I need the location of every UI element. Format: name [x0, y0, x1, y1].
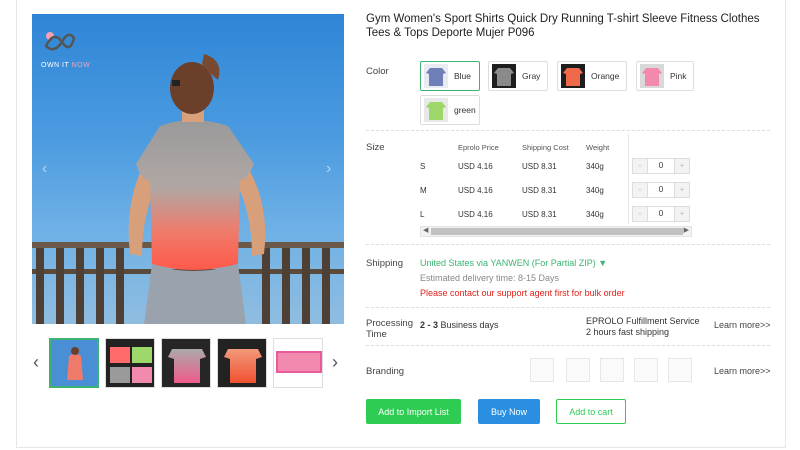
weight-m: 340g	[586, 186, 604, 195]
col-header-weight: Weight	[586, 143, 610, 152]
pink-shirt-swatch	[640, 64, 664, 88]
shipping-m: USD 8.31	[522, 186, 557, 195]
fulfillment-service: EPROLO Fulfillment Service 2 hours fast s…	[586, 316, 700, 337]
prev-image-icon[interactable]: ‹	[42, 160, 47, 178]
qty-input[interactable]: 0	[647, 159, 675, 173]
branding-sample-1[interactable]	[530, 358, 554, 382]
qty-increment-button[interactable]: +	[675, 159, 689, 173]
qty-decrement-button[interactable]: -	[633, 159, 647, 173]
quantity-stepper-l[interactable]: - 0 +	[632, 206, 690, 222]
color-option-blue[interactable]: Blue	[420, 61, 480, 91]
qty-input[interactable]: 0	[647, 207, 675, 221]
delivery-estimate: Estimated delivery time: 8-15 Days	[420, 273, 560, 283]
scroll-left-icon[interactable]: ◀	[423, 226, 428, 234]
price-l: USD 4.16	[458, 210, 493, 219]
branding-sample-2[interactable]	[566, 358, 590, 382]
qty-increment-button[interactable]: +	[675, 207, 689, 221]
table-scrollbar[interactable]: ◀ ▶	[420, 226, 692, 237]
qty-decrement-button[interactable]: -	[633, 207, 647, 221]
col-header-price: Eprolo Price	[458, 143, 499, 152]
size-label: Size	[366, 142, 385, 153]
color-option-pink[interactable]: Pink	[636, 61, 694, 91]
thumbnail-4[interactable]	[217, 338, 267, 388]
divider	[366, 307, 770, 308]
color-option-gray[interactable]: Gray	[488, 61, 548, 91]
color-label: Color	[366, 66, 389, 77]
thumbnail-2[interactable]	[105, 338, 155, 388]
scrollbar-thumb[interactable]	[431, 228, 683, 235]
green-shirt-swatch	[424, 98, 448, 122]
add-to-cart-button[interactable]: Add to cart	[556, 399, 626, 424]
size-l: L	[420, 210, 425, 219]
quantity-stepper-s[interactable]: - 0 +	[632, 158, 690, 174]
weight-s: 340g	[586, 162, 604, 171]
weight-l: 340g	[586, 210, 604, 219]
processing-time-label: Processing Time	[366, 318, 413, 340]
thumbnail-1[interactable]	[49, 338, 99, 388]
table-divider	[628, 134, 629, 224]
scroll-right-icon[interactable]: ▶	[684, 226, 689, 234]
qty-decrement-button[interactable]: -	[633, 183, 647, 197]
blue-shirt-swatch	[424, 64, 448, 88]
thumbnail-strip	[32, 336, 344, 390]
price-s: USD 4.16	[458, 162, 493, 171]
branding-learn-more-link[interactable]: Learn more>>	[714, 366, 771, 376]
add-to-import-list-button[interactable]: Add to Import List	[366, 399, 461, 424]
thumbnail-5[interactable]	[273, 338, 323, 388]
main-product-image[interactable]: OWN IT NOW ‹ ›	[32, 14, 344, 324]
bulk-order-warning: Please contact our support agent first f…	[420, 288, 625, 298]
quantity-stepper-m[interactable]: - 0 +	[632, 182, 690, 198]
branding-sample-3[interactable]	[600, 358, 624, 382]
divider	[366, 244, 770, 245]
color-option-green[interactable]: green	[420, 95, 480, 125]
size-m: M	[420, 186, 427, 195]
next-image-icon[interactable]: ›	[326, 160, 331, 178]
logo-text: OWN IT NOW	[41, 62, 91, 69]
shipping-s: USD 8.31	[522, 162, 557, 171]
branding-sample-5[interactable]	[668, 358, 692, 382]
divider	[366, 130, 770, 131]
product-title: Gym Women's Sport Shirts Quick Dry Runni…	[366, 13, 760, 39]
col-header-shipping: Shipping Cost	[522, 143, 569, 152]
divider	[366, 345, 770, 346]
shipping-label: Shipping	[366, 258, 403, 269]
qty-increment-button[interactable]: +	[675, 183, 689, 197]
orange-shirt-swatch	[561, 64, 585, 88]
qty-input[interactable]: 0	[647, 183, 675, 197]
shipping-method-dropdown[interactable]: United States via YANWEN (For Partial ZI…	[420, 258, 607, 268]
thumb-next-icon[interactable]: ›	[332, 352, 338, 373]
price-m: USD 4.16	[458, 186, 493, 195]
branding-sample-4[interactable]	[634, 358, 658, 382]
gray-shirt-swatch	[492, 64, 516, 88]
buy-now-button[interactable]: Buy Now	[478, 399, 540, 424]
color-option-orange[interactable]: Orange	[557, 61, 627, 91]
branding-label: Branding	[366, 366, 405, 377]
shipping-l: USD 8.31	[522, 210, 557, 219]
thumbnail-3[interactable]	[161, 338, 211, 388]
size-s: S	[420, 162, 426, 171]
processing-days: 2 - 3 Business days	[420, 320, 499, 330]
processing-learn-more-link[interactable]: Learn more>>	[714, 320, 771, 330]
